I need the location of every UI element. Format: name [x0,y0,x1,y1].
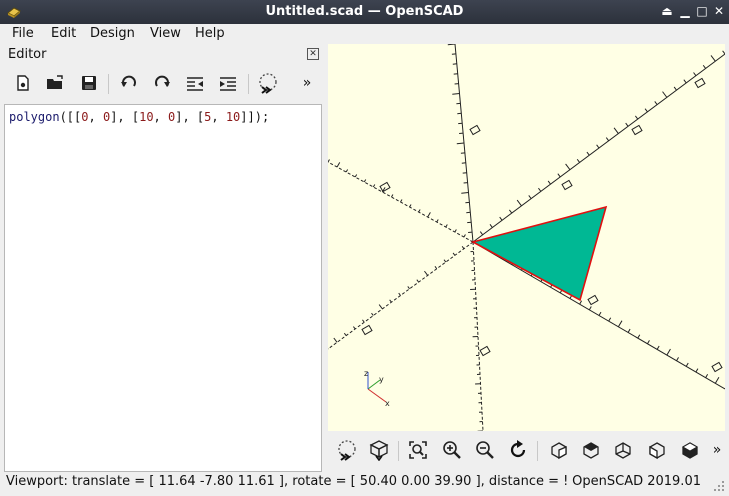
svg-text:x: x [385,399,390,408]
resize-grip-icon[interactable] [713,480,725,492]
polygon-shape [470,205,608,302]
editor-panel: Editor ✕ » polygon([[0, 0], [10, 0], [5,… [0,44,323,472]
maximize-icon[interactable]: □ [694,3,710,20]
indent-icon[interactable] [215,70,241,96]
reset-view-icon[interactable] [505,437,531,463]
minimize-icon[interactable]: ▁ [677,3,693,20]
code-editor[interactable]: polygon([[0, 0], [10, 0], [5, 10]]); [4,104,322,472]
view-all-icon[interactable] [405,437,431,463]
zoom-in-icon[interactable] [439,437,465,463]
menu-help[interactable]: Help [195,24,225,44]
close-icon[interactable]: ✕ [711,3,727,20]
preview-icon[interactable] [255,70,281,96]
save-icon[interactable] [76,70,102,96]
axes-indicator: x y z [364,369,390,408]
svg-text:y: y [379,375,384,384]
unindent-icon[interactable] [182,70,208,96]
window-title: Untitled.scad — OpenSCAD [265,4,464,19]
viewport-toolbar: » [328,433,729,467]
zoom-out-icon[interactable] [472,437,498,463]
menu-view[interactable]: View [150,24,181,44]
new-file-icon[interactable] [10,70,36,96]
viewport-status: Viewport: translate = [ 11.64 -7.80 11.6… [6,474,569,489]
overflow-icon[interactable]: » [708,437,726,463]
menubar: File Edit Design View Help [0,24,729,44]
version-label: OpenSCAD 2019.01 [572,474,701,489]
overflow-icon[interactable]: » [298,70,316,96]
window-titlebar: Untitled.scad — OpenSCAD ⏏ ▁ □ ✕ [0,0,729,24]
open-file-icon[interactable] [42,70,68,96]
preview-icon[interactable] [334,437,360,463]
statusbar: Viewport: translate = [ 11.64 -7.80 11.6… [0,472,729,496]
menu-design[interactable]: Design [90,24,135,44]
redo-icon[interactable] [149,70,175,96]
view-right-icon[interactable] [546,437,572,463]
svg-text:z: z [364,369,368,378]
3d-viewport[interactable]: x y z [328,44,725,431]
close-editor-icon[interactable]: ✕ [307,48,319,60]
view-front-icon[interactable] [677,437,703,463]
viewport-canvas: x y z [328,44,725,431]
undo-icon[interactable] [116,70,142,96]
menu-file[interactable]: File [12,24,34,44]
eject-icon[interactable]: ⏏ [659,3,675,20]
render-icon[interactable] [366,437,392,463]
view-left-icon[interactable] [644,437,670,463]
view-bottom-icon[interactable] [610,437,636,463]
view-top-icon[interactable] [578,437,604,463]
code-line-1: polygon([[0, 0], [10, 0], [5, 10]]); [9,110,270,124]
menu-edit[interactable]: Edit [51,24,76,44]
editor-title: Editor [8,47,47,62]
editor-toolbar: » [0,70,323,98]
